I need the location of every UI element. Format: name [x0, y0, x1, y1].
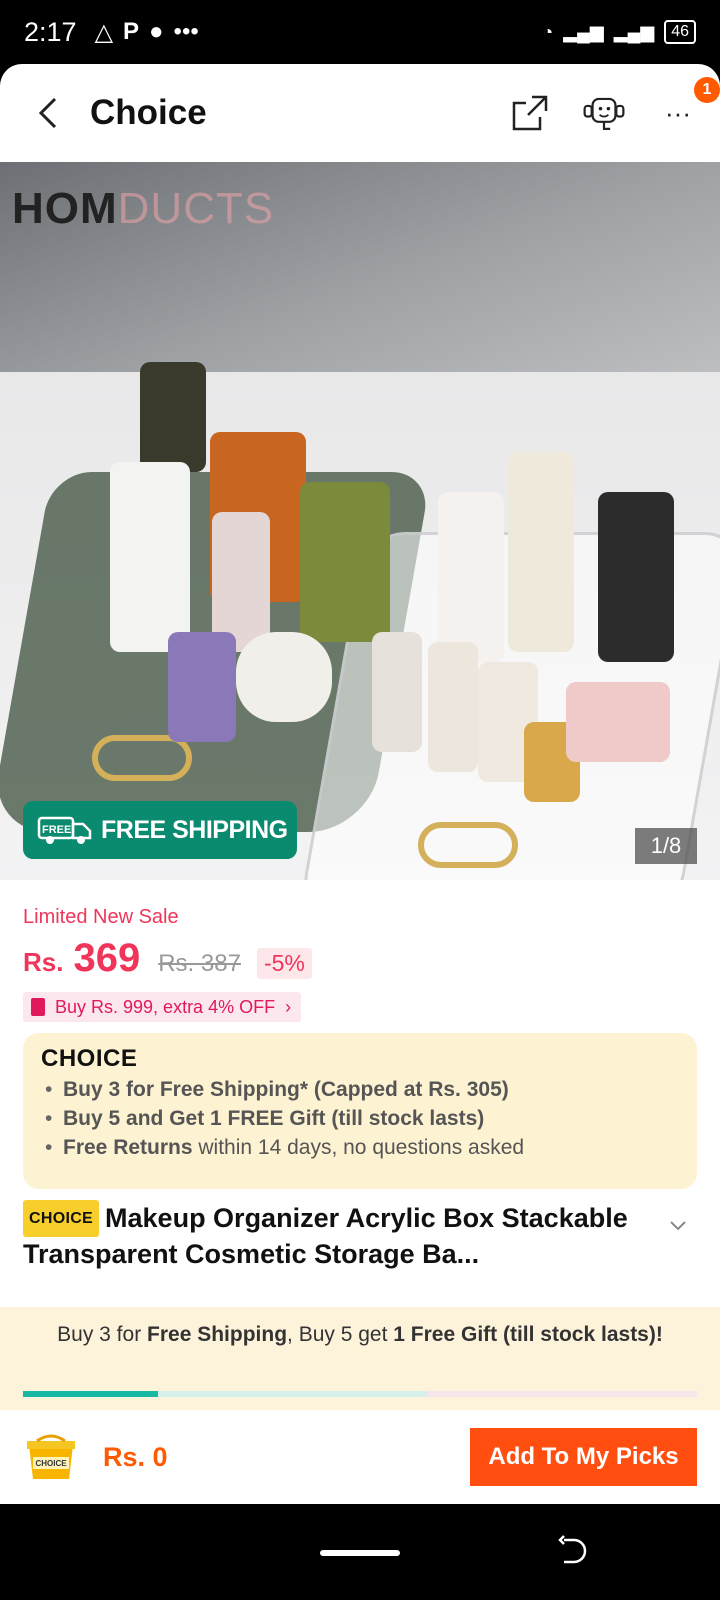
- cart-total: Rs. 0: [103, 1441, 168, 1472]
- svg-text:FREE: FREE: [42, 824, 71, 836]
- facebook-icon: ●: [149, 18, 164, 45]
- status-time: 2:17: [24, 16, 77, 47]
- system-navigation-bar: [0, 1504, 720, 1600]
- delivery-truck-icon: FREE: [37, 816, 92, 844]
- perfume-bottle: [428, 642, 478, 772]
- share-icon: [512, 95, 548, 131]
- svg-text:CHOICE: CHOICE: [35, 1459, 67, 1468]
- drive-icon: △: [94, 18, 114, 46]
- back-button[interactable]: [30, 91, 66, 135]
- brand-watermark: HOMDUCTS: [12, 184, 275, 233]
- progress-next-tier: [158, 1391, 428, 1397]
- choice-tag: CHOICE: [23, 1200, 100, 1237]
- chevron-left-icon: [38, 97, 57, 129]
- cosmetic-tube: [110, 462, 190, 652]
- product-info: Limited New Sale Rs. 369 Rs. 387 -5% Buy…: [0, 880, 720, 1307]
- perfume-bottle: [438, 492, 504, 662]
- perfume-bottle: [598, 492, 674, 662]
- perfume-bottle: [566, 682, 670, 762]
- chevron-right-icon: ›: [285, 996, 292, 1017]
- p-app-icon: P: [123, 18, 140, 45]
- rotate-screen-icon[interactable]: [558, 1534, 588, 1568]
- choice-cart-icon[interactable]: CHOICE: [23, 1431, 79, 1483]
- cosmetic-bottle: [140, 362, 206, 472]
- choice-logo: CHOICE: [41, 1045, 138, 1072]
- choice-benefits[interactable]: CHOICE • Buy 3 for Free Shipping* (Capped…: [23, 1033, 697, 1189]
- notification-badge: 1: [694, 77, 720, 103]
- product-title-row[interactable]: CHOICE Makeup Organizer Acrylic Box Stack…: [23, 1200, 703, 1272]
- cosmetic-jar: [236, 632, 332, 722]
- promo-progress-bar: [23, 1391, 697, 1397]
- current-price: 369: [73, 936, 141, 980]
- coupon-offer[interactable]: Buy Rs. 999, extra 4% OFF ›: [23, 992, 302, 1022]
- bottom-action-bar: CHOICE Rs. 0 Add To My Picks: [0, 1410, 720, 1504]
- app-header: Choice ··· 1: [0, 64, 720, 162]
- price-currency: Rs.: [23, 947, 64, 977]
- signal-icon-2: ▂▄▆: [613, 21, 655, 42]
- coupon-text: Buy Rs. 999, extra 4% OFF: [55, 996, 276, 1017]
- sale-label: Limited New Sale: [23, 906, 179, 928]
- price-row: Rs. 369 Rs. 387 -5%: [23, 936, 312, 981]
- benefit-item: • Buy 3 for Free Shipping* (Capped at Rs.…: [45, 1078, 509, 1101]
- product-title: CHOICE Makeup Organizer Acrylic Box Stack…: [23, 1200, 663, 1272]
- add-to-picks-button[interactable]: Add To My Picks: [470, 1428, 697, 1486]
- cosmetic-bottle: [300, 482, 390, 642]
- product-image-carousel[interactable]: HOMDUCTS FREE FREE SHIPPING 1/8: [0, 162, 720, 880]
- box-handle: [418, 822, 518, 868]
- customer-service-button[interactable]: [582, 91, 626, 135]
- chatbot-icon: [583, 97, 625, 130]
- battery-icon: 46: [664, 20, 696, 44]
- cosmetic-bottle: [212, 512, 270, 652]
- coupon-icon: [31, 998, 45, 1016]
- perfume-bottle: [508, 452, 574, 652]
- header-actions: ··· 1: [508, 77, 720, 135]
- chevron-down-icon[interactable]: [669, 1220, 687, 1232]
- benefit-item: • Buy 5 and Get 1 FREE Gift (till stock l…: [45, 1107, 485, 1130]
- cosmetic-bottle: [168, 632, 236, 742]
- signal-icon: ▂▄▆: [563, 21, 604, 42]
- status-bar: 2:17 △ P ● ••• ◔ ▂▄▆ ▂▄▆ 46: [0, 0, 720, 64]
- image-counter: 1/8: [635, 828, 697, 864]
- promo-banner: Buy 3 for Free Shipping, Buy 5 get 1 Fre…: [0, 1307, 720, 1410]
- progress-filled: [23, 1391, 158, 1397]
- benefit-item: • Free Returns within 14 days, no questio…: [45, 1136, 525, 1159]
- free-shipping-label: FREE SHIPPING: [101, 815, 288, 844]
- wifi-icon: ◔: [542, 21, 554, 42]
- more-button[interactable]: ··· 1: [656, 77, 720, 135]
- original-price: Rs. 387: [158, 950, 241, 977]
- status-notification-icons: △ P ● •••: [95, 18, 199, 47]
- share-button[interactable]: [508, 91, 552, 135]
- free-shipping-badge: FREE FREE SHIPPING: [23, 801, 297, 859]
- perfume-bottle: [372, 632, 422, 752]
- more-icon: ···: [665, 97, 691, 128]
- more-notifications-icon: •••: [173, 18, 199, 45]
- home-gesture-pill[interactable]: [320, 1550, 400, 1556]
- promo-text: Buy 3 for Free Shipping, Buy 5 get 1 Fre…: [57, 1323, 663, 1346]
- page-title: Choice: [90, 93, 207, 132]
- status-system-icons: ◔ ▂▄▆ ▂▄▆ 46: [542, 20, 696, 44]
- discount-badge: -5%: [256, 948, 312, 979]
